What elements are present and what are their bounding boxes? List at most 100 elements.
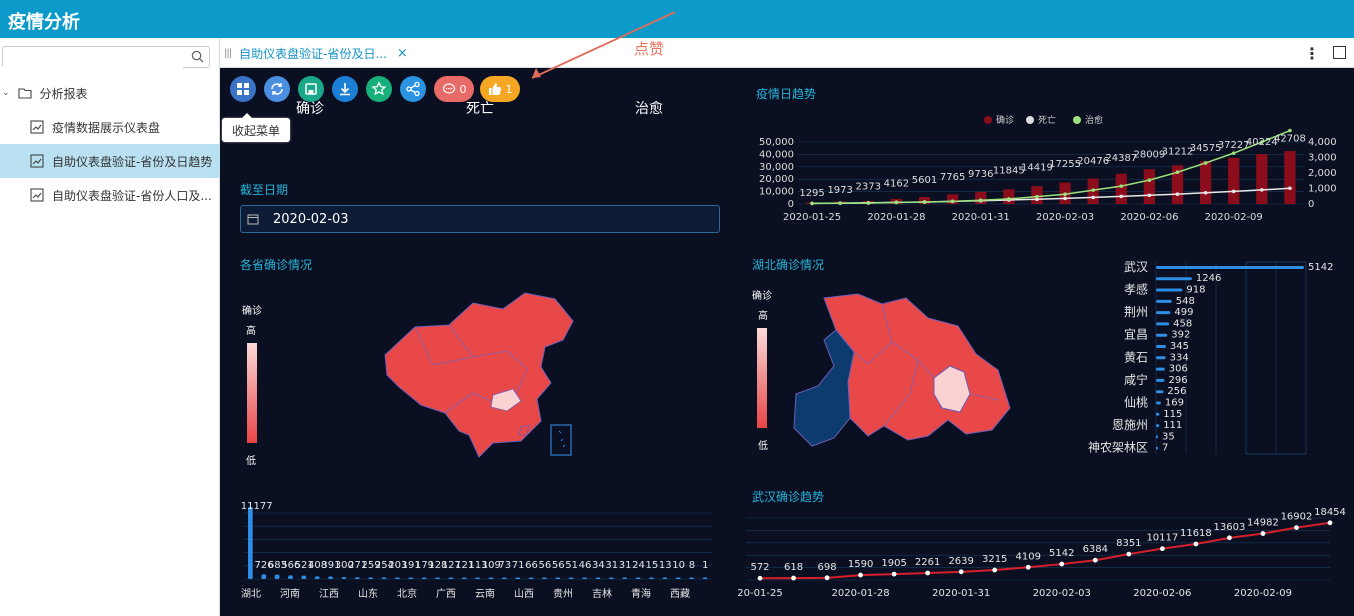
- bar[interactable]: [502, 577, 507, 580]
- bar[interactable]: [1156, 299, 1172, 303]
- bar[interactable]: [609, 577, 614, 580]
- line-point[interactable]: [1288, 128, 1292, 133]
- bar[interactable]: [1156, 311, 1171, 315]
- line-point[interactable]: [1119, 184, 1124, 188]
- bar-confirmed[interactable]: [1143, 169, 1156, 204]
- line-point[interactable]: [1063, 192, 1067, 197]
- china-map[interactable]: [375, 285, 585, 460]
- bar[interactable]: [475, 577, 481, 580]
- bar[interactable]: [1156, 390, 1164, 394]
- bar[interactable]: [435, 577, 440, 580]
- bar[interactable]: [448, 577, 454, 580]
- line-point[interactable]: [1035, 194, 1039, 199]
- bar-confirmed[interactable]: [1284, 151, 1296, 204]
- bar[interactable]: [582, 577, 587, 580]
- bar[interactable]: [1156, 333, 1168, 337]
- bar[interactable]: [395, 577, 400, 580]
- line-point[interactable]: [894, 200, 899, 205]
- hubei-map[interactable]: [788, 290, 1013, 455]
- line-point[interactable]: [1327, 520, 1333, 526]
- close-icon[interactable]: ×: [397, 46, 408, 61]
- bar[interactable]: [528, 577, 534, 580]
- line-point[interactable]: [866, 201, 871, 205]
- line-point[interactable]: [1288, 186, 1292, 191]
- bar[interactable]: [1156, 345, 1166, 349]
- province-bar-chart[interactable]: 1117772668356652140839130027125925420319…: [230, 495, 720, 605]
- bar[interactable]: [689, 577, 694, 580]
- line-point[interactable]: [1260, 188, 1264, 192]
- bar[interactable]: [354, 577, 360, 579]
- refresh-button[interactable]: [264, 76, 290, 102]
- bar[interactable]: [1156, 378, 1165, 382]
- bar[interactable]: [408, 577, 414, 580]
- line-point[interactable]: [810, 201, 814, 206]
- bar[interactable]: [1156, 277, 1192, 281]
- line-point[interactable]: [1294, 525, 1299, 531]
- bar[interactable]: [328, 576, 333, 579]
- line-point[interactable]: [1231, 151, 1236, 155]
- bar[interactable]: [662, 577, 668, 580]
- bar[interactable]: [1156, 435, 1158, 439]
- line-point[interactable]: [824, 575, 830, 581]
- bar[interactable]: [341, 577, 347, 579]
- favorite-button[interactable]: [366, 76, 392, 102]
- like-button[interactable]: 1: [480, 76, 520, 102]
- bar[interactable]: [1156, 412, 1160, 416]
- bar[interactable]: [702, 577, 708, 580]
- bar[interactable]: [595, 577, 601, 580]
- line-point[interactable]: [1059, 561, 1065, 567]
- bar[interactable]: [1156, 367, 1165, 371]
- line-point[interactable]: [1091, 188, 1095, 192]
- bar[interactable]: [542, 577, 547, 580]
- comment-button[interactable]: 0: [434, 76, 474, 102]
- bar[interactable]: [288, 575, 293, 579]
- bar[interactable]: [1156, 265, 1304, 269]
- line-point[interactable]: [1159, 546, 1165, 552]
- line-point[interactable]: [1025, 564, 1031, 570]
- line-point[interactable]: [891, 571, 897, 577]
- line-point[interactable]: [958, 569, 964, 575]
- bar-confirmed[interactable]: [1228, 157, 1240, 204]
- bar[interactable]: [381, 577, 387, 579]
- share-button[interactable]: [400, 76, 426, 102]
- collapse-menu-button[interactable]: [230, 76, 256, 102]
- hubei-city-bar-chart[interactable]: 5142 武汉 1246918 孝感 548499 荆州 458392 宜昌 345334 黄石 3…: [1080, 258, 1350, 458]
- bar[interactable]: [675, 577, 681, 580]
- wuhan-trend-chart[interactable]: 572 618 698 1590 1905 2261 2639 3215 4109 5142 638…: [730, 508, 1350, 610]
- drag-handle-icon[interactable]: |||: [224, 48, 232, 59]
- line-point[interactable]: [1091, 195, 1095, 200]
- bar[interactable]: [248, 507, 253, 579]
- line-point[interactable]: [757, 575, 763, 581]
- maximize-icon[interactable]: [1333, 46, 1346, 59]
- bar[interactable]: [261, 574, 267, 579]
- line-point[interactable]: [1231, 189, 1236, 194]
- bar-confirmed[interactable]: [1003, 189, 1015, 204]
- sidebar-item-dashboard-1[interactable]: 疫情数据展示仪表盘: [0, 112, 220, 142]
- bar[interactable]: [1156, 356, 1166, 360]
- daily-trend-chart[interactable]: 确诊 死亡 治愈 010,00020,00030,00040,00050,000…: [752, 108, 1352, 226]
- line-point[interactable]: [925, 570, 931, 576]
- line-point[interactable]: [1203, 191, 1208, 195]
- line-point[interactable]: [791, 575, 796, 581]
- line-point[interactable]: [922, 200, 927, 204]
- line-point[interactable]: [1203, 161, 1208, 165]
- download-button[interactable]: [332, 76, 358, 102]
- line-point[interactable]: [992, 567, 998, 573]
- line-point[interactable]: [1227, 535, 1232, 541]
- sidebar-item-dashboard-2[interactable]: 自助仪表盘验证-省份及日趋势: [0, 144, 220, 178]
- line-point[interactable]: [1063, 196, 1067, 201]
- search-icon[interactable]: [191, 50, 204, 63]
- line-point[interactable]: [858, 572, 863, 578]
- bar[interactable]: [274, 574, 280, 579]
- line-point[interactable]: [978, 198, 983, 203]
- daily-trend-legend[interactable]: 确诊 死亡 治愈: [984, 114, 1103, 126]
- sidebar-folder-reports[interactable]: ⌄ 分析报表: [0, 78, 220, 108]
- bar-confirmed[interactable]: [1115, 173, 1127, 204]
- line-point[interactable]: [1175, 192, 1180, 196]
- line-point[interactable]: [1126, 551, 1132, 557]
- bar[interactable]: [421, 577, 427, 580]
- bar[interactable]: [314, 576, 320, 579]
- chevron-down-icon[interactable]: ⌄: [2, 88, 10, 98]
- bar[interactable]: [649, 577, 654, 580]
- bar[interactable]: [568, 577, 574, 580]
